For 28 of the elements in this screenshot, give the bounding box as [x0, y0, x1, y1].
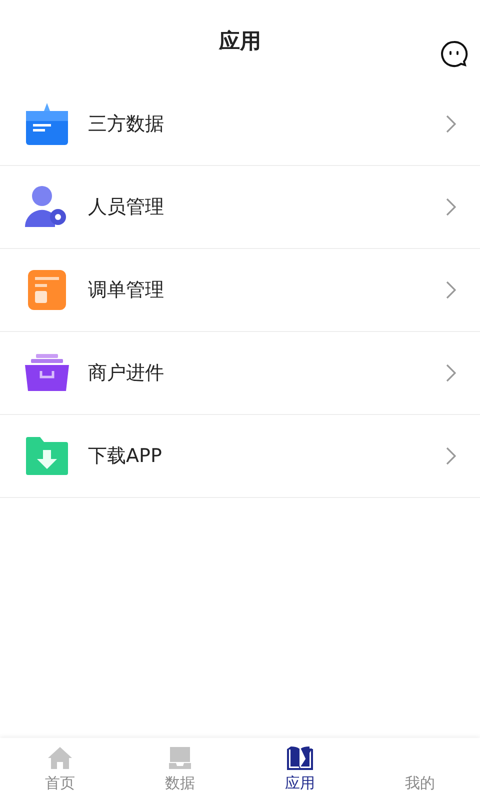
- tab[interactable]: 应用: [240, 744, 360, 794]
- app-list-item[interactable]: 商户进件: [0, 332, 480, 415]
- item-label: 下载APP: [88, 444, 163, 469]
- tab[interactable]: 首页: [0, 744, 120, 794]
- tray-icon: [168, 746, 192, 770]
- app-list-item[interactable]: 三方数据: [0, 83, 480, 166]
- chevron-right-icon: [446, 198, 456, 216]
- item-label: 商户进件: [88, 360, 165, 386]
- chevron-right-icon: [446, 281, 456, 299]
- home-icon: [47, 746, 73, 770]
- download-folder-icon: [25, 436, 69, 476]
- document-icon: [25, 268, 69, 312]
- tab[interactable]: 数据: [120, 744, 240, 794]
- chat-icon[interactable]: [440, 40, 468, 68]
- folder-icon: [25, 102, 69, 146]
- chevron-right-icon: [446, 115, 456, 133]
- page-title: 应用: [219, 28, 261, 55]
- item-label: 调单管理: [88, 278, 165, 303]
- item-label: 人员管理: [88, 194, 165, 220]
- tab[interactable]: 我的: [360, 744, 480, 794]
- chevron-right-icon: [446, 364, 456, 382]
- app-list-item[interactable]: 调单管理: [0, 249, 480, 332]
- item-label: 三方数据: [88, 112, 165, 137]
- drawer-icon: [24, 353, 70, 393]
- app-list-item[interactable]: 人员管理: [0, 166, 480, 249]
- book-icon: [287, 746, 313, 770]
- chevron-right-icon: [446, 447, 456, 465]
- app-list-item[interactable]: 下载APP: [0, 415, 480, 498]
